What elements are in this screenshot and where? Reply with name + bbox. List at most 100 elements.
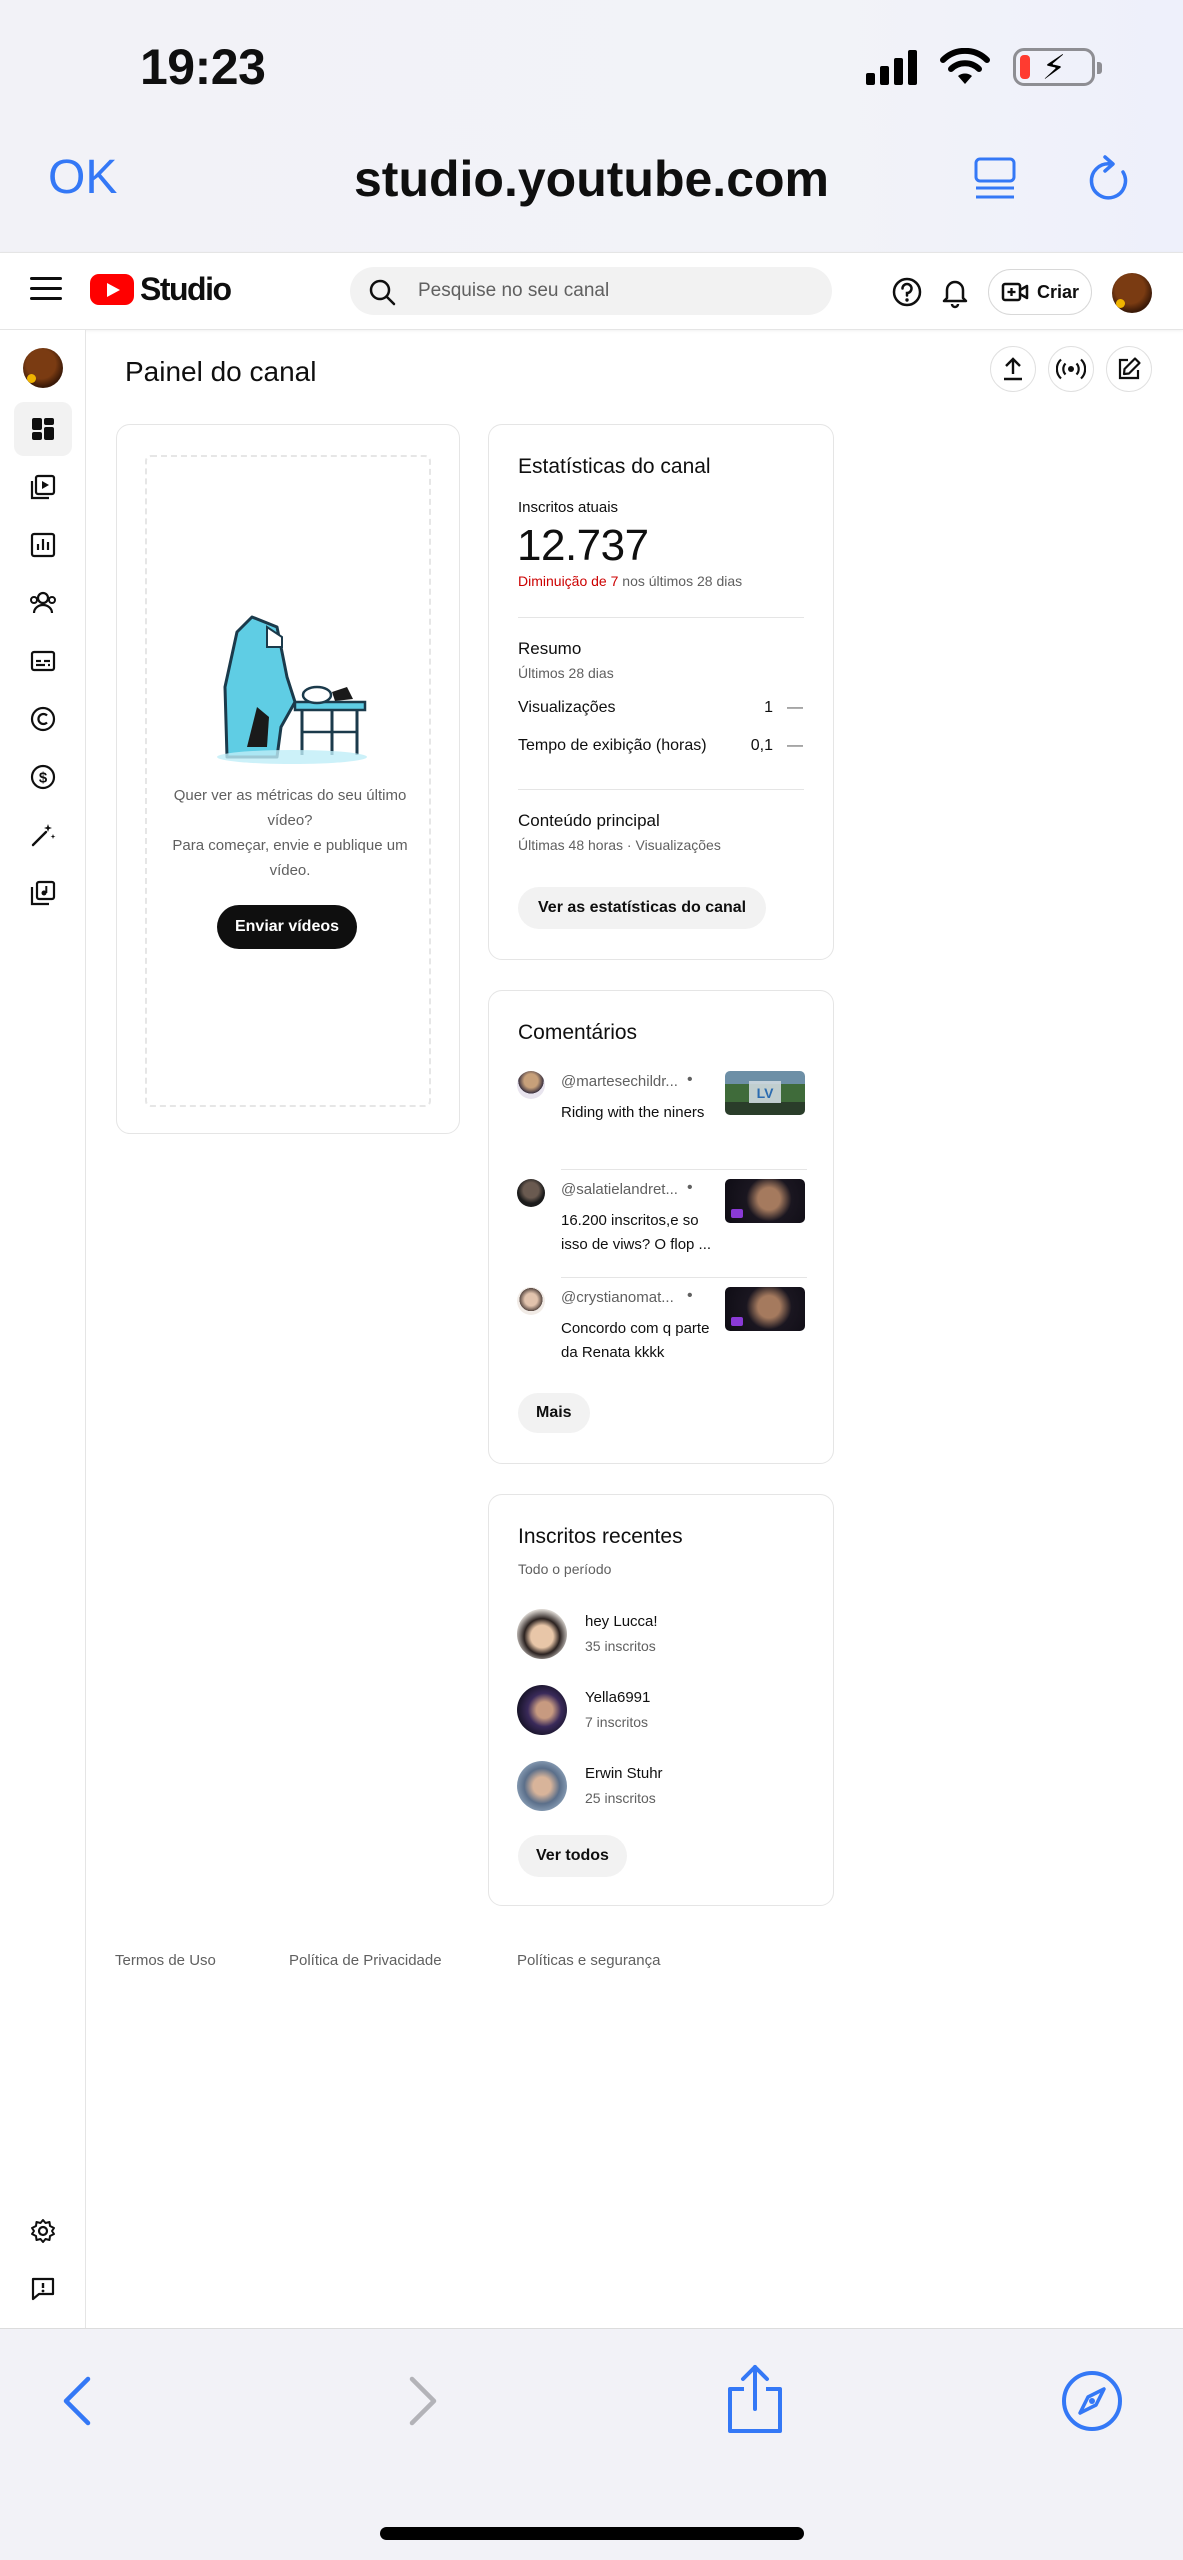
notifications-bell-icon[interactable] xyxy=(938,275,972,309)
sidebar-item-copyright[interactable] xyxy=(14,692,72,746)
compass-icon[interactable] xyxy=(1060,2369,1124,2433)
create-post-button[interactable] xyxy=(1106,346,1152,392)
reader-view-icon[interactable] xyxy=(972,156,1018,202)
comment-author: @martesechildr... xyxy=(561,1073,678,1090)
upload-dropzone: Quer ver as métricas do seu último vídeo… xyxy=(145,455,431,1107)
reload-icon[interactable] xyxy=(1085,154,1133,206)
subscriber-avatar xyxy=(517,1685,567,1735)
video-thumbnail[interactable] xyxy=(725,1287,805,1331)
comments-card: Comentários @martesechildr... • Riding w… xyxy=(488,990,834,1464)
svg-text:$: $ xyxy=(39,770,48,787)
subscriber-item[interactable]: Yella6991 7 inscritos xyxy=(517,1685,807,1737)
account-avatar[interactable] xyxy=(1112,273,1152,313)
back-icon[interactable] xyxy=(58,2371,98,2431)
views-label: Visualizações xyxy=(518,699,616,716)
subscriber-avatar xyxy=(517,1609,567,1659)
divider xyxy=(561,1277,807,1278)
forward-icon[interactable] xyxy=(402,2371,442,2431)
studio-logo[interactable]: Studio xyxy=(90,271,232,308)
sidebar-item-audio-library[interactable] xyxy=(14,866,72,920)
subscribers-delta: Diminuição de 7 nos últimos 28 dias xyxy=(518,573,742,589)
subscriber-count: 25 inscritos xyxy=(585,1790,656,1806)
menu-icon[interactable] xyxy=(30,277,62,307)
create-label: Criar xyxy=(1036,281,1080,302)
sidebar-item-subtitles[interactable] xyxy=(14,634,72,688)
upload-button[interactable] xyxy=(990,346,1036,392)
help-icon[interactable] xyxy=(890,275,924,309)
stats-card-title: Estatísticas do canal xyxy=(518,455,711,478)
search-input[interactable] xyxy=(418,267,818,315)
upload-card: Quer ver as métricas do seu último vídeo… xyxy=(116,424,460,1134)
sidebar-item-content[interactable] xyxy=(14,460,72,514)
studio-logo-text: Studio xyxy=(140,271,232,307)
comment-separator: • xyxy=(687,1179,693,1196)
audio-library-icon xyxy=(30,880,56,906)
sidebar-item-community[interactable] xyxy=(14,576,72,630)
comment-item[interactable]: @martesechildr... • Riding with the nine… xyxy=(517,1071,807,1161)
go-live-button[interactable] xyxy=(1048,346,1094,392)
subscriber-count: 7 inscritos xyxy=(585,1714,649,1730)
comment-item[interactable]: @salatielandret... • 16.200 inscritos,e … xyxy=(517,1179,807,1269)
video-thumbnail[interactable] xyxy=(725,1179,805,1223)
copyright-icon xyxy=(30,706,56,732)
channel-avatar[interactable] xyxy=(23,348,63,388)
live-icon xyxy=(1056,358,1086,380)
thumbnail-image: LV xyxy=(749,1081,781,1103)
create-button[interactable]: Criar xyxy=(988,269,1092,315)
privacy-link[interactable]: Política de Privacidade xyxy=(289,1952,442,1969)
more-comments-button[interactable]: Mais xyxy=(518,1393,590,1433)
earn-icon: $ xyxy=(30,764,56,790)
subscriber-item[interactable]: hey Lucca! 35 inscritos xyxy=(517,1609,807,1661)
comment-author: @salatielandret... xyxy=(561,1181,678,1198)
upload-prompt: Quer ver as métricas do seu último vídeo… xyxy=(157,783,423,883)
comments-title: Comentários xyxy=(518,1021,638,1044)
left-nav-rail: $ xyxy=(0,330,86,2330)
summary-title: Resumo xyxy=(518,639,582,658)
current-subscribers-label: Inscritos atuais xyxy=(518,499,619,516)
thumbnail-image xyxy=(731,1317,743,1326)
share-icon[interactable] xyxy=(722,2363,788,2435)
sidebar-item-feedback[interactable] xyxy=(14,2262,72,2316)
subscriber-avatar xyxy=(517,1761,567,1811)
see-all-subscribers-button[interactable]: Ver todos xyxy=(518,1835,627,1877)
customization-icon xyxy=(31,824,56,847)
svg-text:LV: LV xyxy=(757,1085,775,1101)
comment-text: Riding with the niners xyxy=(561,1104,705,1121)
page-title: Painel do canal xyxy=(125,356,317,387)
comment-item[interactable]: @crystianomat... • Concordo com q parte … xyxy=(517,1287,807,1377)
watch-time-label: Tempo de exibição (horas) xyxy=(518,737,707,754)
divider xyxy=(561,1169,807,1170)
video-thumbnail[interactable]: LV xyxy=(725,1071,805,1115)
subscriber-name: Erwin Stuhr xyxy=(585,1765,663,1782)
analytics-icon xyxy=(30,532,56,558)
subscriber-item[interactable]: Erwin Stuhr 25 inscritos xyxy=(517,1761,807,1813)
subtitles-icon xyxy=(30,650,56,672)
settings-icon xyxy=(31,2219,55,2243)
sidebar-item-customization[interactable] xyxy=(14,808,72,862)
watch-time-value: 0,1 xyxy=(750,737,773,754)
terms-link[interactable]: Termos de Uso xyxy=(115,1952,216,1969)
channel-analytics-button[interactable]: Ver as estatísticas do canal xyxy=(518,887,767,929)
comment-separator: • xyxy=(687,1287,693,1304)
upload-prompt-line1: Quer ver as métricas do seu último vídeo… xyxy=(173,787,407,829)
divider xyxy=(518,617,804,618)
upload-videos-button[interactable]: Enviar vídeos xyxy=(217,905,357,949)
top-content-subtitle: Últimas 48 horas · Visualizações xyxy=(518,837,721,853)
comment-text: 16.200 inscritos,e so isso de viws? O fl… xyxy=(561,1212,712,1253)
current-subscribers-value: 12.737 xyxy=(517,521,649,570)
sidebar-item-dashboard[interactable] xyxy=(14,402,72,456)
search-box[interactable] xyxy=(350,267,832,315)
sidebar-item-analytics[interactable] xyxy=(14,518,72,572)
studio-header: Studio Criar xyxy=(0,252,1183,330)
feedback-icon xyxy=(31,2277,55,2301)
sidebar-item-settings[interactable] xyxy=(14,2204,72,2258)
sidebar-item-earn[interactable]: $ xyxy=(14,750,72,804)
subscriber-name: hey Lucca! xyxy=(585,1613,658,1630)
comment-text: Concordo com q parte da Renata kkkk xyxy=(561,1320,710,1361)
subscribers-delta-value: Diminuição de 7 xyxy=(518,573,619,589)
edit-icon xyxy=(1118,357,1141,380)
upload-icon xyxy=(1004,357,1022,381)
comment-separator: • xyxy=(687,1071,693,1088)
policies-link[interactable]: Políticas e segurança xyxy=(517,1952,660,1969)
commenter-avatar xyxy=(517,1071,545,1099)
